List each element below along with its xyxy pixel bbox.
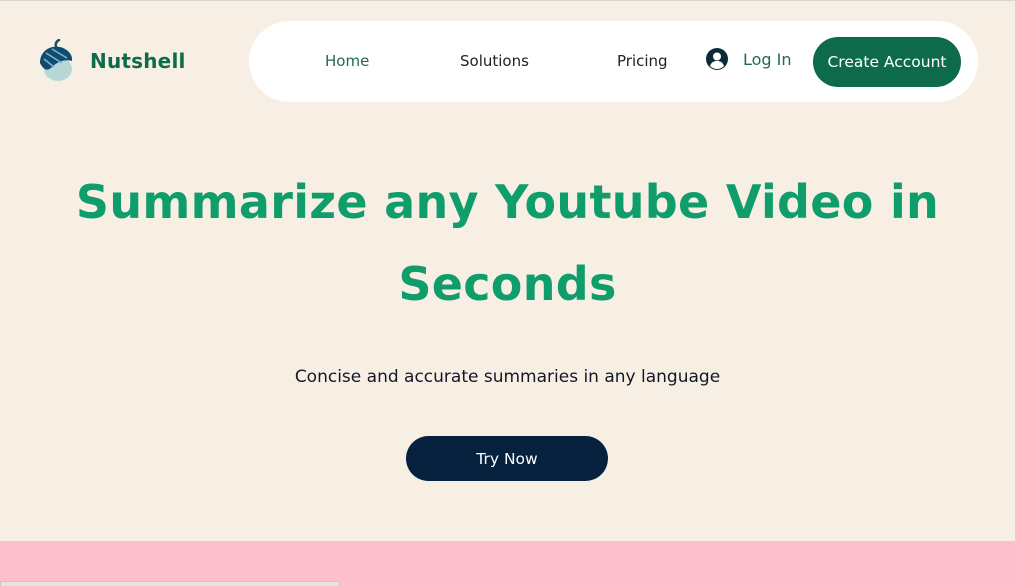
create-account-button[interactable]: Create Account (813, 37, 961, 87)
nav-solutions-link[interactable]: Solutions (460, 52, 529, 70)
hero-headline-line-2: Seconds (398, 257, 617, 311)
brand-name: Nutshell (90, 49, 186, 73)
hero-headline: Summarize any Youtube Video in Seconds (0, 161, 1015, 325)
hero-subtitle: Concise and accurate summaries in any la… (294, 367, 721, 387)
hero-headline-line-1: Summarize any Youtube Video in (75, 175, 940, 229)
login-button[interactable]: Log In (705, 47, 792, 71)
acorn-icon (40, 39, 73, 81)
login-label: Log In (743, 49, 792, 69)
next-section-band (0, 541, 1015, 586)
top-navigation: Home Solutions Pricing Log In Create Acc… (249, 21, 978, 102)
horizontal-scrollbar[interactable] (0, 581, 340, 586)
try-now-button[interactable]: Try Now (406, 436, 608, 481)
nav-pricing-link[interactable]: Pricing (617, 52, 668, 70)
user-circle-icon (706, 48, 728, 70)
landing-page: Nutshell Home Solutions Pricing Log In C… (0, 0, 1015, 586)
nav-home-link[interactable]: Home (325, 52, 369, 70)
brand-logo[interactable]: Nutshell (36, 39, 186, 83)
